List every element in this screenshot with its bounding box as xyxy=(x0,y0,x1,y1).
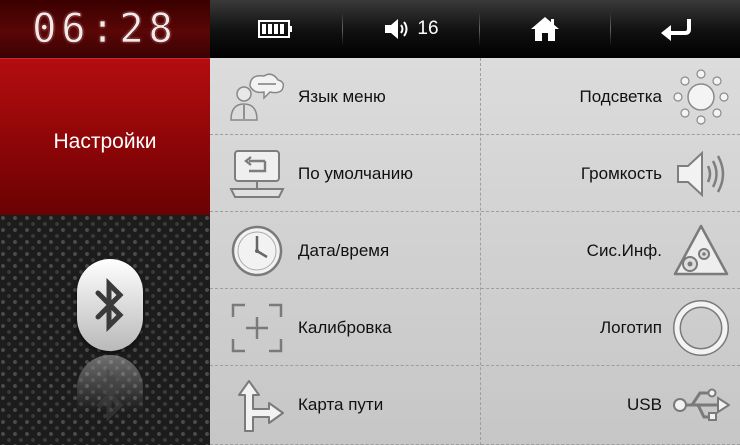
volume-indicator[interactable]: 16 xyxy=(343,0,479,58)
settings-grid: Язык меню Подсветка По умолчанию Громкос… xyxy=(210,58,740,445)
settings-row: Карта пути USB xyxy=(210,366,740,445)
backlight-icon xyxy=(672,68,730,126)
setting-backlight-label: Подсветка xyxy=(579,86,662,106)
back-button[interactable] xyxy=(611,0,740,58)
setting-datetime[interactable]: Дата/время xyxy=(210,212,480,289)
setting-backlight[interactable]: Подсветка xyxy=(481,58,740,135)
restore-default-icon xyxy=(228,145,286,203)
setting-usb-label: USB xyxy=(627,394,662,414)
system-info-icon xyxy=(672,222,730,280)
setting-language-label: Язык меню xyxy=(298,86,386,106)
bluetooth-icon xyxy=(95,277,124,333)
title-panel: Настройки xyxy=(0,58,210,215)
settings-row: Язык меню Подсветка xyxy=(210,58,740,135)
setting-logo-label: Логотип xyxy=(599,317,662,337)
clock-time: 06:28 xyxy=(32,5,178,52)
setting-usb[interactable]: USB xyxy=(481,366,740,443)
status-bar: 16 xyxy=(210,0,740,59)
setting-language[interactable]: Язык меню xyxy=(210,58,480,135)
setting-sysinfo-label: Сис.Инф. xyxy=(586,240,662,260)
settings-row: Дата/время Сис.Инф. xyxy=(210,212,740,289)
settings-row: Калибровка Логотип xyxy=(210,289,740,366)
setting-volume[interactable]: Громкость xyxy=(481,135,740,212)
bluetooth-panel xyxy=(0,215,210,445)
page-title: Настройки xyxy=(53,130,157,153)
bluetooth-button[interactable] xyxy=(77,259,143,351)
setting-logo[interactable]: Логотип xyxy=(481,289,740,366)
language-icon xyxy=(228,68,286,126)
calibration-icon xyxy=(228,299,286,357)
setting-datetime-label: Дата/время xyxy=(298,240,390,260)
logo-ring-icon xyxy=(672,299,730,357)
setting-default-label: По умолчанию xyxy=(298,163,413,183)
bluetooth-reflection xyxy=(77,355,143,435)
clock-display: 06:28 xyxy=(0,0,210,58)
setting-default[interactable]: По умолчанию xyxy=(210,135,480,212)
speaker-icon xyxy=(385,19,408,39)
setting-map-path[interactable]: Карта пути xyxy=(210,366,480,443)
setting-sysinfo[interactable]: Сис.Инф. xyxy=(481,212,740,289)
setting-calibration-label: Калибровка xyxy=(298,317,392,337)
map-path-icon xyxy=(228,376,286,434)
battery-indicator xyxy=(210,0,342,58)
setting-volume-label: Громкость xyxy=(580,163,662,183)
clock-icon xyxy=(228,222,286,280)
usb-icon xyxy=(672,376,730,434)
home-button[interactable] xyxy=(480,0,610,58)
speaker-icon xyxy=(672,145,730,203)
back-arrow-icon xyxy=(660,19,691,41)
volume-level: 16 xyxy=(417,18,439,39)
settings-row: По умолчанию Громкость xyxy=(210,135,740,212)
setting-map-path-label: Карта пути xyxy=(298,394,384,414)
home-icon xyxy=(531,17,559,41)
battery-icon xyxy=(258,20,292,38)
setting-calibration[interactable]: Калибровка xyxy=(210,289,480,366)
